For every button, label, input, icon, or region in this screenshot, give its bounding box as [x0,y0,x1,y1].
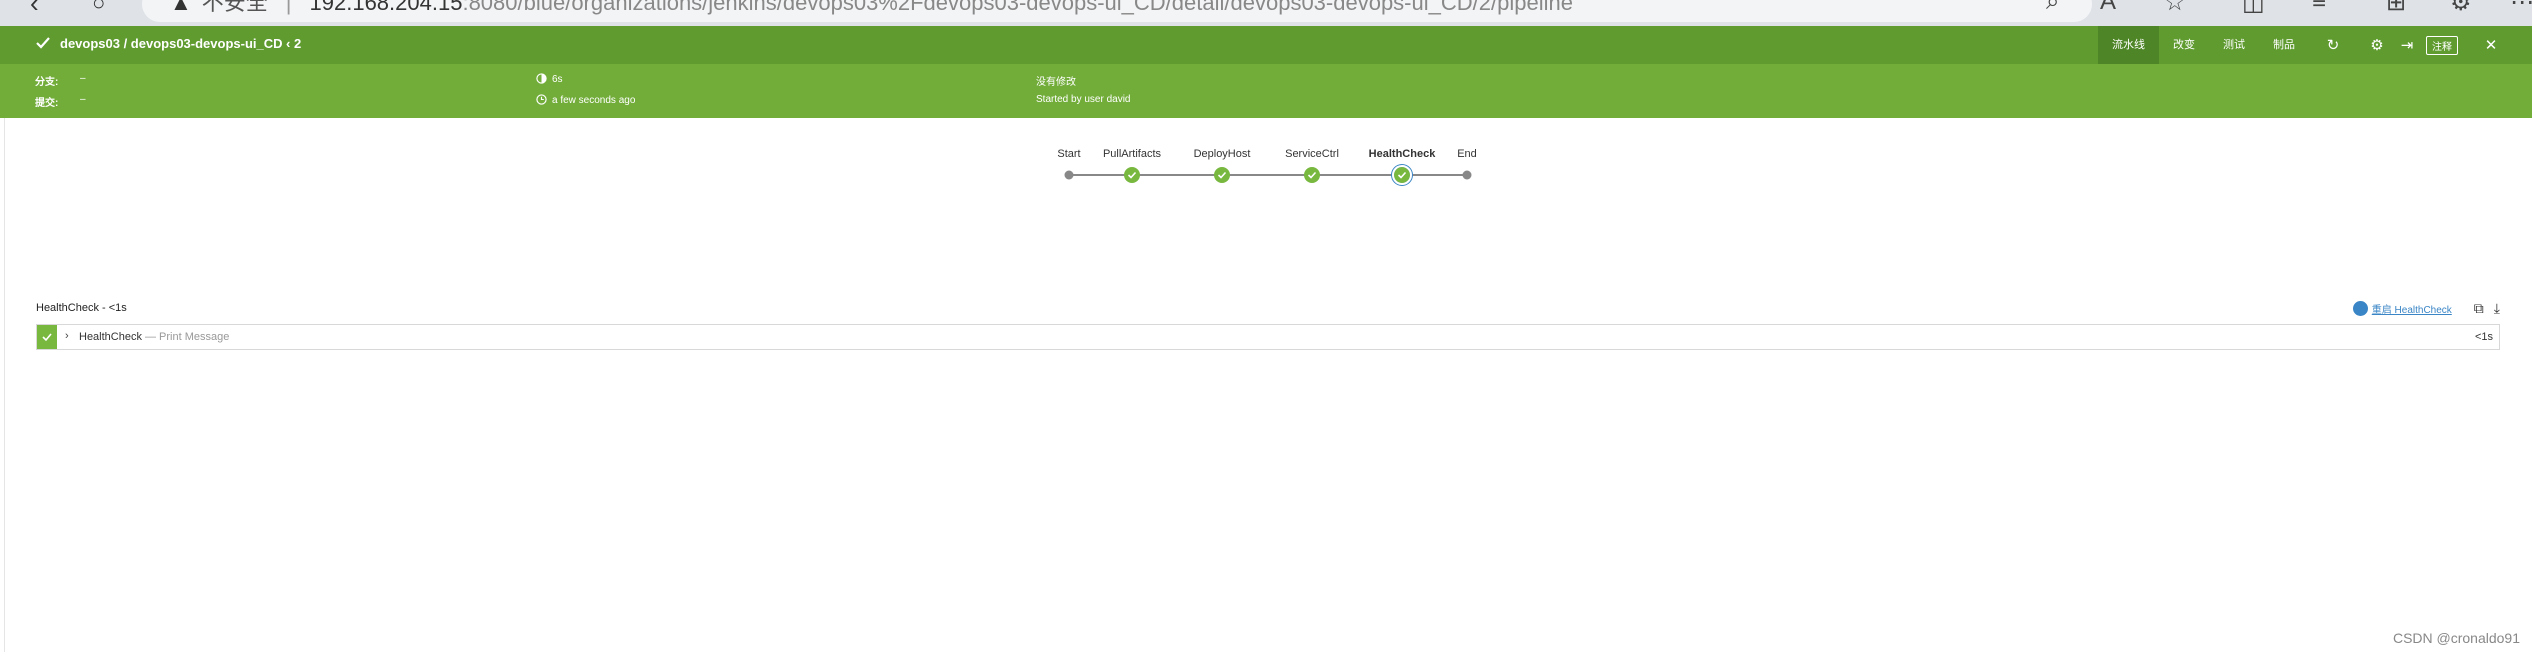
commit-label: 提交: [35,98,59,109]
back-icon[interactable]: ‹ [30,0,39,19]
check-icon [1127,171,1137,179]
stage-label-pullartifacts[interactable]: PullArtifacts [1103,148,1161,160]
duration-icon [536,73,547,84]
address-bar[interactable]: ▲ 不安全 | 192.168.204.15:8080/blue/organizati… [142,0,2092,22]
stage-node-deployhost[interactable] [1214,167,1230,183]
branch-value: – [80,73,86,84]
check-icon [1397,171,1407,179]
expand-chevron-icon[interactable]: › [65,330,69,342]
check-icon [1307,171,1317,179]
download-icon[interactable]: ⤓ [2494,300,2500,317]
stage-label-end: End [1457,148,1477,160]
security-label: 不安全 [201,0,268,15]
tab-changes[interactable]: 改变 [2159,26,2209,64]
branch-label: 分支: [35,77,59,88]
stage-node-pullartifacts[interactable] [1124,167,1140,183]
address-host: 192.168.204.15 [309,0,463,15]
step-description: — Print Message [145,331,230,343]
header-actions: ↻ ⚙ ⇥ 注释 ✕ [2318,26,2506,64]
changes-text: 没有修改 [1036,77,1076,88]
pipeline-graph: Start PullArtifacts DeployHost ServiceCt… [1051,148,1491,188]
step-header: HealthCheck - <1s [36,302,127,314]
search-icon[interactable]: ⌕ [2046,0,2059,16]
favorites-list-icon[interactable]: ≡ [2312,0,2326,16]
favorite-icon[interactable]: ☆ [2164,0,2186,17]
open-log-icon[interactable]: ⧉ [2474,300,2484,317]
address-separator: | [285,0,292,15]
stage-node-end [1462,170,1472,180]
watermark: CSDN @cronaldo91 [2392,630,2520,646]
commit-value: – [80,94,86,105]
pipeline-title[interactable]: devops03 / devops03-devops-ui_CD [60,36,283,51]
main-content: Start PullArtifacts DeployHost ServiceCt… [4,118,2532,652]
collections-icon[interactable]: ⊞ [2386,0,2406,17]
read-aloud-icon[interactable]: A [2100,0,2116,16]
run-header: devops03 / devops03-devops-ui_CD ‹ 2 流水线… [0,26,2532,64]
check-icon [42,333,52,342]
stage-node-start [1064,170,1074,180]
address-path: :8080/blue/organizations/jenkins/devops0… [462,0,1573,15]
time-ago-value: a few seconds ago [552,95,636,106]
step-duration: <1s [2474,331,2493,343]
stage-label-servicectrl[interactable]: ServiceCtrl [1285,148,1339,160]
stage-label-deployhost[interactable]: DeployHost [1194,148,1251,160]
tab-tests[interactable]: 测试 [2209,26,2259,64]
stage-label-start: Start [1057,148,1081,160]
clock-icon [536,94,547,105]
tab-artifacts[interactable]: 制品 [2259,26,2309,64]
check-icon [1217,171,1227,179]
run-info: 分支: – 提交: – 6s a few seconds ago 没有修改 St… [0,64,2532,118]
stage-label-healthcheck[interactable]: HealthCheck [1369,148,1436,160]
step-row[interactable]: › HealthCheck — Print Message <1s [36,324,2500,350]
reload-icon[interactable]: ○ [92,0,105,16]
extensions-icon[interactable]: ⚙ [2450,0,2472,17]
browser-toolbar: ‹ ○ ▲ 不安全 | 192.168.204.15:8080/blue/organi… [0,0,2532,26]
close-icon[interactable]: ✕ [2476,36,2506,54]
run-tabs: 流水线 改变 测试 制品 [2098,26,2309,64]
warning-icon: ▲ [170,0,192,15]
stage-node-servicectrl[interactable] [1304,167,1320,183]
step-name: HealthCheck [79,331,142,343]
more-icon[interactable]: ⋯ [2510,0,2532,17]
split-screen-icon[interactable]: ◫ [2242,0,2265,17]
tab-pipeline[interactable]: 流水线 [2098,26,2159,64]
run-number[interactable]: ‹ 2 [286,36,301,51]
stage-node-healthcheck[interactable] [1392,165,1412,185]
duration-value: 6s [552,74,563,85]
restart-stage-link[interactable]: 重启 HealthCheck [2372,301,2452,316]
note-button[interactable]: 注释 [2426,35,2458,55]
open-classic-icon[interactable]: ⇥ [2392,36,2422,54]
step-success-indicator [37,325,57,349]
settings-icon[interactable]: ⚙ [2362,36,2392,54]
started-by: Started by user david [1036,94,1131,105]
duration: 6s [536,73,563,85]
restart-icon[interactable] [2352,301,2368,316]
step-tools: 重启 HealthCheck ⧉ ⤓ [2352,300,2500,317]
time-ago: a few seconds ago [536,94,635,106]
rerun-icon[interactable]: ↻ [2318,36,2348,54]
success-check-icon [36,37,50,49]
